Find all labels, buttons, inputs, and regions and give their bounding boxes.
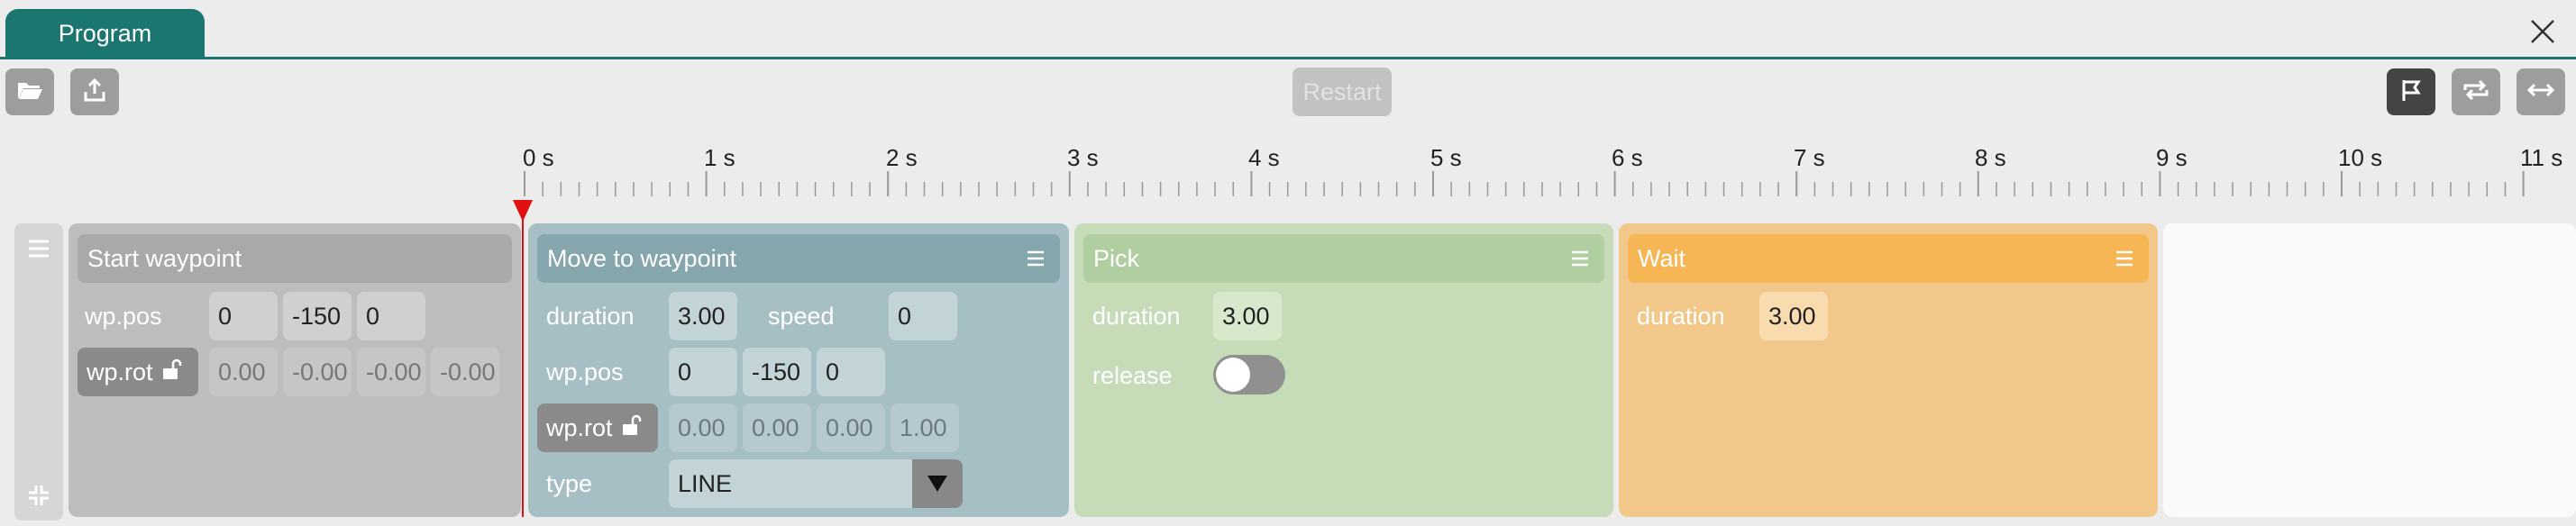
flag-icon xyxy=(2399,77,2423,107)
menu-icon[interactable] xyxy=(2111,234,2138,283)
tick-label: 7 s xyxy=(1794,144,1825,171)
wp-pos-label: wp.pos xyxy=(546,358,624,385)
tick-label: 8 s xyxy=(1975,144,2006,171)
loop-icon xyxy=(2462,77,2490,107)
collapse-icon[interactable] xyxy=(26,483,51,512)
speed-label: speed xyxy=(768,303,835,330)
wp-rot-z-field[interactable]: -0.00 xyxy=(357,348,425,396)
wp-pos-label: wp.pos xyxy=(85,303,162,330)
wp-rot-x-field[interactable]: 0.00 xyxy=(669,404,737,452)
card-title: Wait xyxy=(1628,234,2149,283)
move-to-waypoint-card[interactable]: Move to waypoint duration 3.00 speed 0 w… xyxy=(528,223,1069,517)
duration-label: duration xyxy=(1637,303,1725,330)
card-title: Pick xyxy=(1083,234,1604,283)
tick-label: 4 s xyxy=(1248,144,1280,171)
tab-bar: Program xyxy=(0,0,2576,59)
wait-card[interactable]: Wait duration 3.00 xyxy=(1619,223,2158,517)
wp-rot-lock-button[interactable]: wp.rot xyxy=(78,348,198,396)
tick-label: 0 s xyxy=(523,144,554,171)
tab-underline xyxy=(0,57,2576,59)
card-title: Start waypoint xyxy=(78,234,512,283)
wp-pos-y-field[interactable]: -150 xyxy=(283,292,352,340)
pick-card[interactable]: Pick duration 3.00 release xyxy=(1074,223,1613,517)
tick-label: 6 s xyxy=(1612,144,1643,171)
menu-icon[interactable] xyxy=(1022,234,1049,283)
tick-label: 5 s xyxy=(1430,144,1462,171)
toggle-knob xyxy=(1216,358,1250,392)
unlock-icon xyxy=(620,414,642,442)
wp-pos-z-field[interactable]: 0 xyxy=(357,292,425,340)
horizontal-arrows-icon xyxy=(2526,81,2555,104)
ruler-ticks xyxy=(524,171,2525,196)
wp-pos-z-field[interactable]: 0 xyxy=(817,348,885,396)
wp-rot-z-field[interactable]: 0.00 xyxy=(817,404,885,452)
upload-icon xyxy=(83,77,106,107)
playhead-marker[interactable] xyxy=(513,200,533,222)
triangle-down-icon[interactable] xyxy=(912,459,963,508)
close-icon[interactable] xyxy=(2529,18,2556,45)
wp-pos-x-field[interactable]: 0 xyxy=(669,348,737,396)
tick-label: 1 s xyxy=(704,144,735,171)
tick-label: 10 s xyxy=(2338,144,2383,171)
card-title: Move to waypoint xyxy=(537,234,1060,283)
folder-open-icon xyxy=(16,79,43,105)
wp-pos-x-field[interactable]: 0 xyxy=(209,292,278,340)
wp-rot-lock-button[interactable]: wp.rot xyxy=(537,404,658,452)
tick-label: 11 s xyxy=(2520,144,2563,171)
type-label: type xyxy=(546,470,593,497)
release-label: release xyxy=(1092,362,1173,389)
menu-icon[interactable] xyxy=(1567,234,1594,283)
tick-label: 3 s xyxy=(1067,144,1099,171)
open-button[interactable] xyxy=(5,68,54,115)
fit-width-button[interactable] xyxy=(2517,68,2565,115)
export-button[interactable] xyxy=(70,68,119,115)
playhead[interactable] xyxy=(522,200,524,517)
wp-rot-label: wp.rot xyxy=(546,413,613,441)
tick-label: 9 s xyxy=(2156,144,2188,171)
wp-rot-label: wp.rot xyxy=(87,358,153,385)
duration-label: duration xyxy=(546,303,635,330)
duration-label: duration xyxy=(1092,303,1181,330)
tick-label: 2 s xyxy=(886,144,918,171)
duration-field[interactable]: 3.00 xyxy=(1759,292,1828,340)
wp-rot-x-field[interactable]: 0.00 xyxy=(209,348,278,396)
loop-button[interactable] xyxy=(2452,68,2500,115)
type-select[interactable]: LINE xyxy=(669,459,963,508)
side-panel[interactable] xyxy=(14,223,63,521)
flag-button[interactable] xyxy=(2387,68,2435,115)
tab-program[interactable]: Program xyxy=(5,9,205,58)
release-toggle[interactable] xyxy=(1213,355,1285,394)
speed-field[interactable]: 0 xyxy=(889,292,957,340)
wp-pos-y-field[interactable]: -150 xyxy=(743,348,811,396)
duration-field[interactable]: 3.00 xyxy=(1213,292,1282,340)
type-value: LINE xyxy=(678,469,733,497)
start-waypoint-card[interactable]: Start waypoint wp.pos 0 -150 0 wp.rot 0.… xyxy=(69,223,521,517)
duration-field[interactable]: 3.00 xyxy=(669,292,737,340)
restart-button[interactable]: Restart xyxy=(1293,68,1392,116)
wp-rot-w-field[interactable]: -0.00 xyxy=(431,348,499,396)
wp-rot-w-field[interactable]: 1.00 xyxy=(891,404,959,452)
wp-rot-y-field[interactable]: 0.00 xyxy=(743,404,811,452)
unlock-icon xyxy=(160,358,182,386)
drop-area[interactable] xyxy=(2163,223,2576,517)
wp-rot-y-field[interactable]: -0.00 xyxy=(283,348,352,396)
menu-icon[interactable] xyxy=(26,238,51,264)
